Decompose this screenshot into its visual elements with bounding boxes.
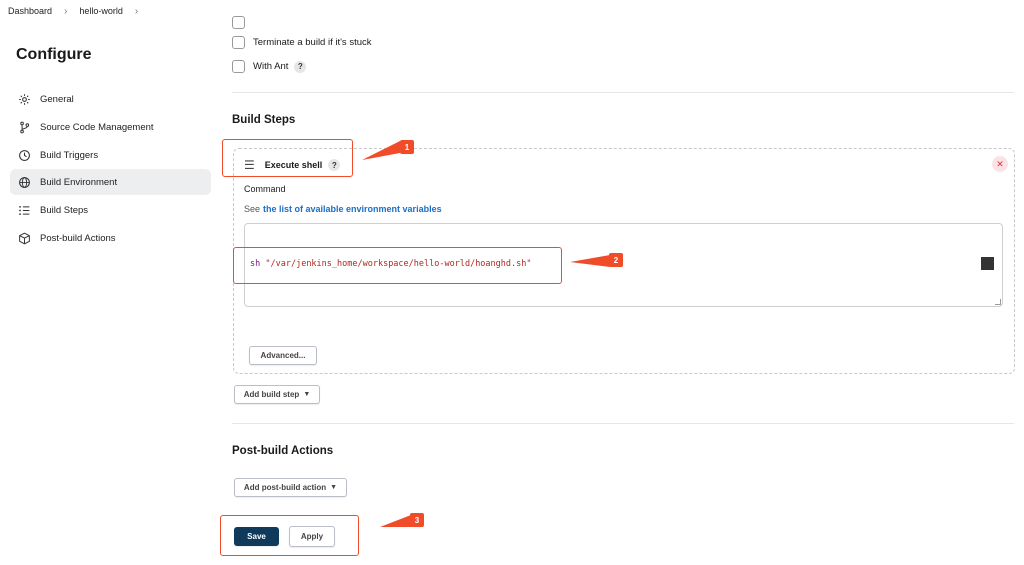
sidebar-item-build-steps[interactable]: Build Steps (10, 197, 211, 223)
clock-icon (19, 149, 30, 161)
terminate-stuck-label: Terminate a build if it's stuck (253, 37, 372, 48)
package-icon (19, 232, 30, 244)
annotation-badge-2: 2 (609, 253, 623, 267)
post-build-title: Post-build Actions (232, 445, 334, 457)
sidebar-item-label: Build Triggers (40, 149, 99, 161)
sidebar-item-label: General (40, 93, 74, 105)
sidebar-item-general[interactable]: General (10, 86, 211, 112)
sidebar-item-source-code-management[interactable]: Source Code Management (10, 114, 211, 140)
caret-down-icon: ▼ (303, 391, 311, 398)
annotation-badge-1: 1 (400, 140, 414, 154)
page-title: Configure (16, 46, 92, 63)
sidebar-item-label: Source Code Management (40, 121, 154, 133)
terminate-stuck-checkbox[interactable] (232, 36, 245, 49)
annotation-badge-3: 3 (410, 513, 424, 527)
sidebar: Configure General Source Code Management… (0, 22, 220, 565)
option-row-with-ant: With Ant ? (232, 60, 307, 73)
with-ant-checkbox[interactable] (232, 60, 245, 73)
with-ant-label: With Ant (253, 61, 289, 72)
sidebar-item-label: Build Environment (40, 176, 118, 188)
build-steps-title: Build Steps (232, 114, 296, 126)
annotation-box-1 (222, 139, 353, 177)
option-row-terminate: Terminate a build if it's stuck (232, 36, 372, 49)
divider (232, 92, 1014, 93)
sidebar-item-build-triggers[interactable]: Build Triggers (10, 142, 211, 168)
main-content: Terminate a build if it's stuck With Ant… (220, 16, 1024, 565)
breadcrumb-hello-world[interactable]: hello-world (79, 6, 123, 16)
add-post-build-action-button[interactable]: Add post-build action ▼ (234, 478, 347, 497)
breadcrumb-dashboard[interactable]: Dashboard (8, 6, 52, 16)
env-vars-link[interactable]: the list of available environment variab… (263, 204, 442, 214)
help-icon[interactable]: ? (294, 60, 307, 73)
gear-icon (19, 93, 30, 105)
annotation-box-3 (220, 515, 359, 556)
add-post-build-action-label: Add post-build action (243, 483, 327, 492)
sidebar-item-label: Build Steps (40, 204, 89, 216)
advanced-button[interactable]: Advanced... (249, 346, 317, 365)
sidebar-item-build-environment[interactable]: Build Environment (10, 169, 211, 195)
expand-editor-icon[interactable] (981, 257, 994, 270)
chevron-right-icon[interactable]: › (135, 6, 138, 17)
chevron-right-icon: › (64, 5, 68, 17)
env-vars-hint: See the list of available environment var… (244, 204, 442, 214)
option-row-partial (232, 16, 253, 29)
branch-icon (20, 121, 30, 133)
option-checkbox[interactable] (232, 16, 245, 29)
breadcrumb: Dashboard › hello-world › (0, 0, 1024, 22)
command-label: Command (244, 184, 286, 194)
resize-handle-icon[interactable] (995, 299, 1001, 305)
divider (232, 423, 1014, 424)
add-build-step-button[interactable]: Add build step ▼ (234, 385, 320, 404)
caret-down-icon: ▼ (330, 484, 338, 491)
sidebar-item-post-build-actions[interactable]: Post-build Actions (10, 225, 211, 251)
annotation-box-2 (233, 247, 562, 284)
see-prefix: See (244, 204, 261, 214)
list-icon (19, 205, 30, 215)
close-icon[interactable]: ✕ (992, 156, 1008, 172)
add-build-step-label: Add build step (243, 390, 300, 399)
globe-icon (19, 176, 30, 188)
sidebar-item-label: Post-build Actions (40, 232, 116, 244)
